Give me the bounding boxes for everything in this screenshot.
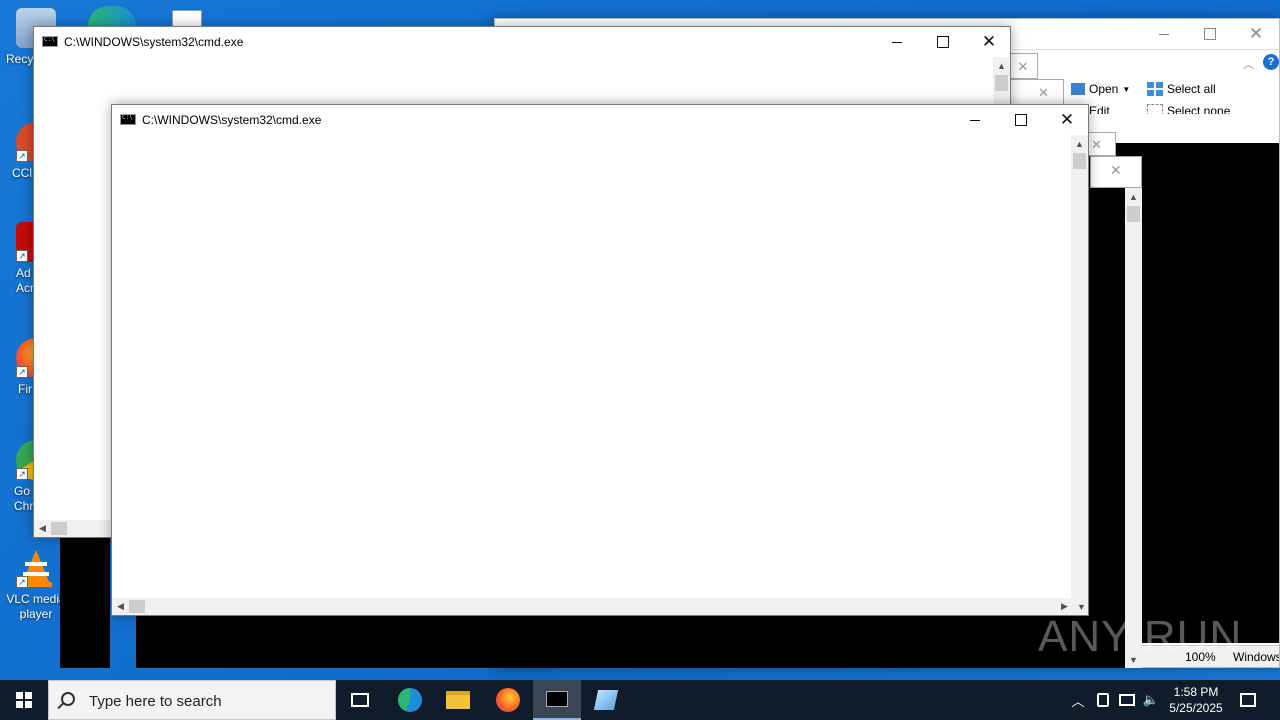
cmd-titlebar[interactable]: C:\WINDOWS\system32\cmd.exe ✕ bbox=[112, 105, 1088, 135]
horizontal-scrollbar[interactable]: ◀ bbox=[34, 520, 114, 537]
help-icon[interactable]: ? bbox=[1263, 54, 1279, 70]
network-tray-button[interactable] bbox=[1116, 680, 1138, 720]
maximize-button[interactable] bbox=[920, 27, 966, 57]
clock-date: 5/25/2025 bbox=[1169, 701, 1223, 715]
cmd-titlebar[interactable]: C:\WINDOWS\system32\cmd.exe ✕ bbox=[34, 27, 1010, 57]
notepad-icon bbox=[593, 690, 619, 710]
taskbar-file-explorer[interactable] bbox=[434, 680, 482, 720]
select-none-icon bbox=[1147, 104, 1163, 114]
device-tray-button[interactable] bbox=[1092, 680, 1114, 720]
close-button[interactable]: ✕ bbox=[1110, 162, 1122, 179]
dropdown-arrow-icon: ▼ bbox=[1122, 84, 1131, 94]
device-icon bbox=[1097, 693, 1109, 707]
vlc-icon: ↗ bbox=[16, 548, 56, 588]
clock[interactable]: 1:58 PM 5/25/2025 bbox=[1158, 684, 1234, 716]
scroll-up-icon[interactable]: ▲ bbox=[1125, 188, 1142, 205]
select-all-button[interactable]: Select all bbox=[1147, 82, 1216, 96]
stacked-window-tab[interactable]: ✕ bbox=[1008, 79, 1064, 105]
scroll-up-icon[interactable]: ▲ bbox=[993, 57, 1010, 74]
notification-icon bbox=[1240, 693, 1256, 707]
task-view-button[interactable] bbox=[336, 680, 384, 720]
shortcut-arrow-icon: ↗ bbox=[16, 468, 28, 480]
cmd-icon bbox=[546, 691, 568, 707]
cmd-window-background: ✕ ▲ ▼ bbox=[1086, 156, 1142, 668]
scroll-up-icon[interactable]: ▲ bbox=[1071, 135, 1088, 152]
close-button[interactable]: ✕ bbox=[966, 27, 1010, 57]
scroll-thumb[interactable] bbox=[51, 522, 67, 535]
stacked-window-tab[interactable]: ✕ bbox=[1086, 132, 1116, 156]
edit-label: Edit bbox=[1089, 104, 1110, 114]
network-icon bbox=[1119, 694, 1135, 706]
search-icon bbox=[61, 692, 75, 706]
black-console-area bbox=[136, 612, 1086, 668]
scroll-left-icon[interactable]: ◀ bbox=[112, 598, 129, 615]
minimize-button[interactable] bbox=[874, 27, 920, 57]
edge-icon bbox=[398, 688, 422, 712]
show-hidden-icons-button[interactable]: ︿ bbox=[1068, 680, 1088, 720]
maximize-button[interactable] bbox=[998, 105, 1044, 135]
task-view-icon bbox=[351, 693, 369, 707]
scroll-thumb[interactable] bbox=[1073, 153, 1086, 169]
window-title: C:\WINDOWS\system32\cmd.exe bbox=[64, 35, 244, 49]
search-box[interactable]: Type here to search bbox=[48, 680, 336, 720]
volume-icon: 🔈 bbox=[1142, 692, 1160, 707]
taskbar: Type here to search ︿ 🔈 1:58 PM 5/25/202… bbox=[0, 680, 1280, 720]
edge-icon bbox=[88, 6, 136, 26]
ribbon-collapse-icon[interactable]: ︿ bbox=[1243, 56, 1254, 72]
cmd-icon bbox=[42, 36, 58, 47]
vertical-scrollbar[interactable]: ▲ ▼ bbox=[1125, 188, 1142, 668]
shortcut-arrow-icon: ↗ bbox=[16, 366, 28, 378]
close-button[interactable]: ✕ bbox=[1044, 105, 1088, 135]
select-none-label: Select none bbox=[1167, 104, 1231, 114]
shortcut-arrow-icon: ↗ bbox=[16, 250, 28, 262]
taskbar-cmd[interactable] bbox=[533, 680, 581, 720]
taskbar-firefox[interactable] bbox=[484, 680, 532, 720]
window-title: C:\WINDOWS\system32\cmd.exe bbox=[142, 113, 322, 127]
scroll-thumb[interactable] bbox=[129, 600, 145, 613]
close-button[interactable]: ✕ bbox=[1233, 19, 1279, 49]
cmd-window-2[interactable]: C:\WINDOWS\system32\cmd.exe ✕ ▲ ◀ ▶ ▼ bbox=[111, 104, 1089, 616]
maximize-button[interactable] bbox=[1187, 19, 1233, 49]
open-label: Open bbox=[1089, 82, 1119, 96]
notification-center-button[interactable] bbox=[1234, 680, 1262, 720]
select-none-button[interactable]: Select none bbox=[1147, 104, 1230, 114]
select-all-label: Select all bbox=[1167, 82, 1216, 96]
vertical-scrollbar[interactable]: ▲ bbox=[1071, 135, 1088, 600]
scroll-left-icon[interactable]: ◀ bbox=[34, 520, 51, 537]
file-explorer-icon bbox=[446, 691, 470, 709]
minimize-button[interactable] bbox=[1141, 19, 1187, 49]
shortcut-arrow-icon: ↗ bbox=[16, 576, 28, 588]
stacked-window-tab[interactable]: ✕ bbox=[1008, 53, 1038, 79]
scroll-thumb[interactable] bbox=[995, 75, 1008, 91]
windows-logo-icon bbox=[16, 692, 32, 708]
chevron-up-icon: ︿ bbox=[1071, 693, 1085, 709]
minimize-button[interactable] bbox=[952, 105, 998, 135]
open-button[interactable]: Open ▼ bbox=[1071, 82, 1130, 96]
watermark: ANY RUN bbox=[1038, 612, 1243, 661]
scroll-thumb[interactable] bbox=[1127, 206, 1140, 222]
search-placeholder: Type here to search bbox=[89, 693, 222, 710]
console-output[interactable] bbox=[112, 135, 1071, 600]
shortcut-arrow-icon: ↗ bbox=[16, 150, 28, 162]
clock-time: 1:58 PM bbox=[1173, 685, 1219, 699]
desktop: Recy ↗ CCl ↗ Ad Acr ↗ Fir ↗ Go Chr ↗ VLC… bbox=[0, 0, 1280, 680]
select-all-icon bbox=[1147, 82, 1163, 96]
open-icon bbox=[1071, 83, 1085, 95]
start-button[interactable] bbox=[0, 680, 48, 720]
cmd-icon bbox=[120, 114, 136, 125]
taskbar-edge[interactable] bbox=[386, 680, 434, 720]
horizontal-scrollbar[interactable]: ◀ ▶ ▼ bbox=[112, 598, 1088, 615]
taskbar-notepad[interactable] bbox=[582, 680, 630, 720]
black-console-area bbox=[60, 538, 110, 668]
firefox-icon bbox=[496, 688, 520, 712]
